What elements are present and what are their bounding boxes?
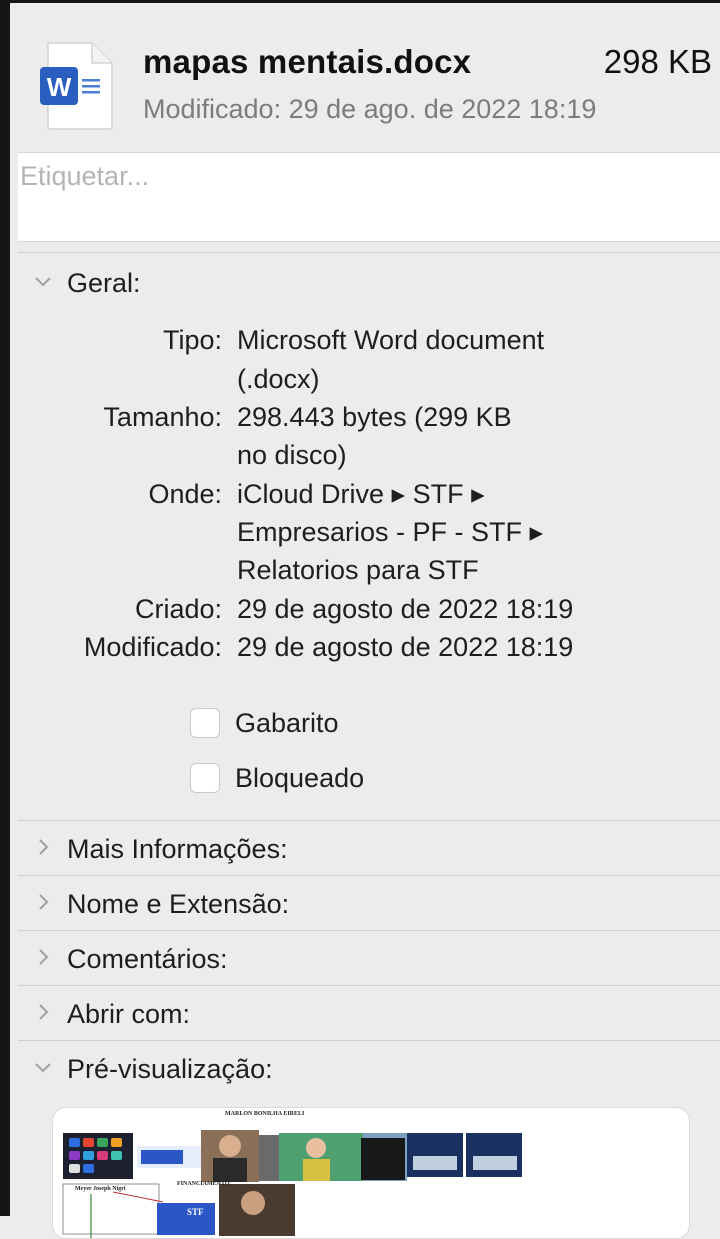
type-value-extension: (.docx) xyxy=(237,364,320,394)
section-name-extension-header[interactable]: Nome e Extensão: xyxy=(18,877,720,931)
preview-right-caption: FINANCIAMENTO xyxy=(177,1181,230,1187)
size-label: Tamanho: xyxy=(103,402,222,432)
preview-thumbnail-image xyxy=(62,1130,522,1238)
section-preview-header[interactable]: Pré-visualização: xyxy=(18,1042,720,1096)
divider xyxy=(18,1040,720,1041)
file-name: mapas mentais.docx xyxy=(143,43,472,80)
chevron-right-icon xyxy=(39,839,49,855)
section-general-header[interactable]: Geral: xyxy=(18,256,720,310)
tags-field-container xyxy=(18,152,720,242)
size-value-disk: no disco) xyxy=(237,440,347,470)
section-name-extension-label: Nome e Extensão: xyxy=(67,889,290,919)
type-label: Tipo: xyxy=(162,325,222,355)
divider xyxy=(18,820,720,821)
document-preview[interactable]: MARLON BONILHA EIRELI Meyer Joseph Nigri… xyxy=(52,1107,690,1239)
chevron-right-icon xyxy=(39,1004,49,1020)
locked-label: Bloqueado xyxy=(235,763,365,793)
created-value: 29 de agosto de 2022 18:19 xyxy=(237,594,574,624)
section-comments-header[interactable]: Comentários: xyxy=(18,932,720,986)
modified-date: Modificado: 29 de ago. de 2022 18:19 xyxy=(143,94,597,124)
locked-checkbox[interactable] xyxy=(190,763,220,793)
preview-left-caption: Meyer Joseph Nigri xyxy=(75,1186,126,1192)
created-label: Criado: xyxy=(134,594,222,624)
size-value: 298.443 bytes (299 KB xyxy=(237,402,512,432)
type-value: Microsoft Word document xyxy=(237,325,545,355)
chevron-right-icon xyxy=(39,894,49,910)
word-document-icon: W xyxy=(40,42,113,130)
chevron-down-icon xyxy=(35,277,51,287)
where-path-line-3: Relatorios para STF xyxy=(237,555,479,585)
where-path-line-2: Empresarios - PF - STF ▸ xyxy=(237,517,544,547)
section-preview-label: Pré-visualização: xyxy=(67,1054,273,1084)
modified-label: Modificado: xyxy=(83,632,222,662)
section-general-label: Geral: xyxy=(67,268,141,298)
stationery-label: Gabarito xyxy=(235,708,339,738)
file-size: 298 KB xyxy=(603,43,712,80)
section-more-info-header[interactable]: Mais Informações: xyxy=(18,822,720,876)
where-label: Onde: xyxy=(148,479,222,509)
section-open-with-header[interactable]: Abrir com: xyxy=(18,987,720,1041)
section-comments-label: Comentários: xyxy=(67,944,228,974)
section-more-info-label: Mais Informações: xyxy=(67,834,288,864)
chevron-right-icon xyxy=(39,949,49,965)
where-path-line-1: iCloud Drive ▸ STF ▸ xyxy=(237,479,485,509)
file-header: W mapas mentais.docx 298 KB Modificado: … xyxy=(10,3,720,151)
divider xyxy=(18,252,720,253)
stationery-checkbox[interactable] xyxy=(190,708,220,738)
chevron-down-icon xyxy=(35,1063,51,1073)
modified-value: 29 de agosto de 2022 18:19 xyxy=(237,632,574,662)
divider xyxy=(18,875,720,876)
tags-input[interactable] xyxy=(20,161,700,192)
word-letter: W xyxy=(47,72,72,102)
divider xyxy=(18,930,720,931)
divider xyxy=(18,985,720,986)
section-open-with-label: Abrir com: xyxy=(67,999,191,1029)
